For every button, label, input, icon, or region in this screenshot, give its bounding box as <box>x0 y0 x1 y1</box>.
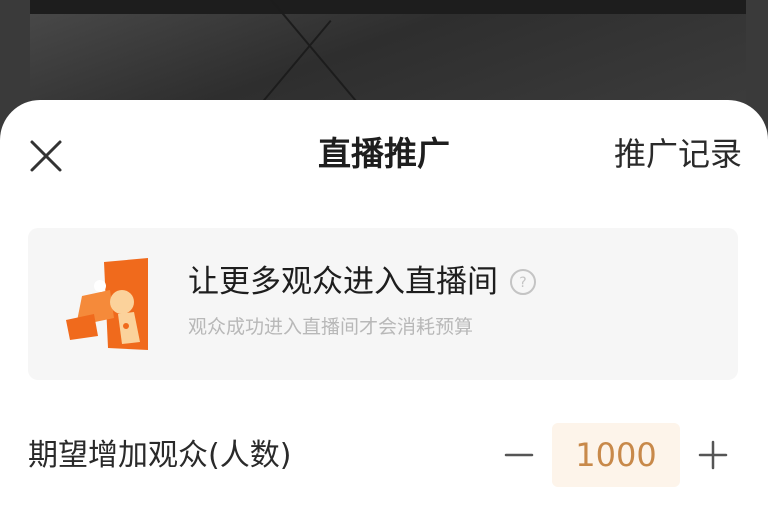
promotion-bottom-sheet: 直播推广 推广记录 让更多观众进入直播间 ? 观众成功进入直播间才会消耗预算 期… <box>0 100 768 530</box>
plus-icon <box>698 440 728 470</box>
svg-text:?: ? <box>519 275 526 291</box>
promotion-record-link[interactable]: 推广记录 <box>614 134 742 174</box>
promo-headline: 让更多观众进入直播间 <box>188 264 498 300</box>
promo-card: 让更多观众进入直播间 ? 观众成功进入直播间才会消耗预算 <box>28 228 738 380</box>
promo-rocket-icon <box>64 256 150 352</box>
promo-headline-row: 让更多观众进入直播间 ? <box>188 262 538 302</box>
minus-icon <box>504 453 534 457</box>
promo-subtext: 观众成功进入直播间才会消耗预算 <box>188 316 474 338</box>
audience-stepper: 1000 <box>494 420 738 490</box>
increment-button[interactable] <box>688 430 738 480</box>
decrement-button[interactable] <box>494 430 544 480</box>
audience-count-input[interactable]: 1000 <box>552 423 680 487</box>
help-icon[interactable]: ? <box>508 267 538 297</box>
audience-label: 期望增加观众(人数) <box>28 438 292 473</box>
video-frame <box>30 0 746 110</box>
video-top-strip <box>30 0 746 14</box>
